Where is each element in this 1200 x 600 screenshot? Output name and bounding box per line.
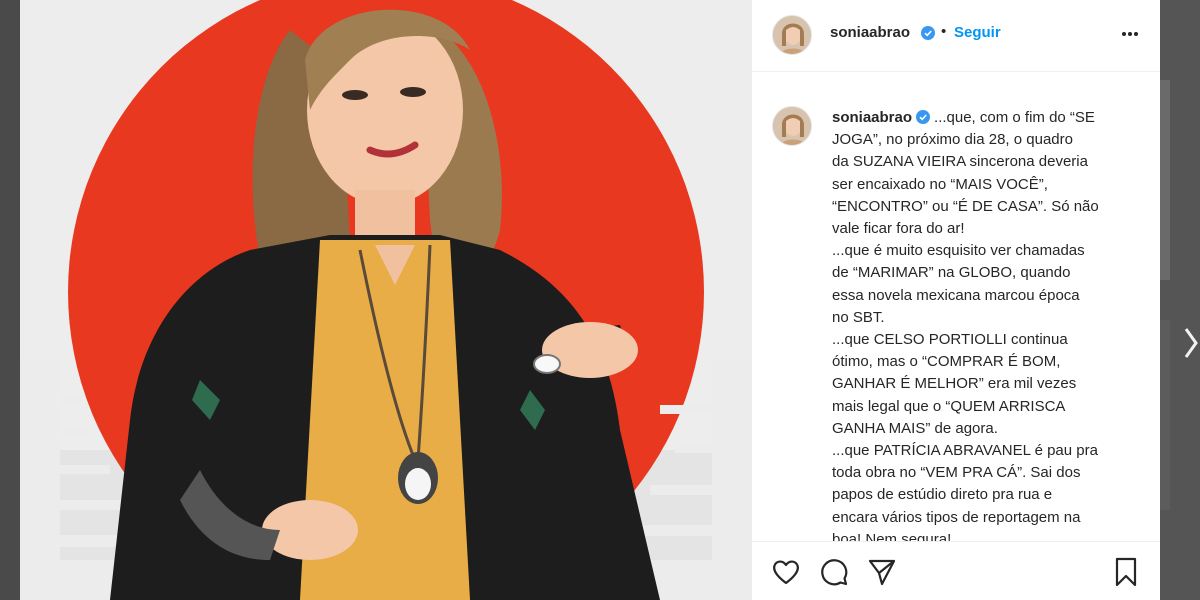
background-thumbnail bbox=[1160, 80, 1170, 280]
verified-badge-icon bbox=[921, 26, 935, 40]
caption-line: GANHAR É MELHOR” era mil vezes bbox=[832, 375, 1077, 393]
caption-line: essa novela mexicana marcou época bbox=[832, 286, 1080, 304]
background-thumbnail bbox=[1160, 320, 1170, 510]
caption-line: de “MARIMAR” na GLOBO, quando bbox=[832, 264, 1071, 282]
post-header: soniaabrao • Seguir bbox=[752, 0, 1160, 72]
share-icon[interactable] bbox=[866, 556, 898, 588]
avatar[interactable] bbox=[772, 106, 812, 146]
caption-line: ser encaixado no “MAIS VOCÊ”, bbox=[832, 175, 1048, 193]
caption-line: encara vários tipos de reportagem na bbox=[832, 508, 1081, 526]
caption-line: mais legal que o “QUEM ARRISCA bbox=[832, 397, 1066, 415]
caption-line: papos de estúdio direto pra rua e bbox=[832, 486, 1053, 504]
caption-line: vale ficar fora do ar! bbox=[832, 220, 965, 238]
comments-section[interactable]: soniaabrao ...que, com o fim do “SE JOGA”… bbox=[752, 73, 1160, 541]
profile-photo bbox=[773, 107, 811, 145]
caption-line: no SBT. bbox=[832, 308, 885, 326]
background-overlay-left bbox=[0, 0, 20, 600]
username-link[interactable]: soniaabrao bbox=[830, 24, 910, 41]
caption-line: GANHA MAIS” de agora. bbox=[832, 419, 998, 437]
profile-photo bbox=[773, 16, 811, 54]
caption-line: boa! Nem segura! bbox=[832, 530, 952, 541]
heart-icon[interactable] bbox=[770, 556, 802, 588]
caption-line: ...que é muito esquisito ver chamadas bbox=[832, 242, 1085, 260]
caption-text: ...que, com o fim do “SE bbox=[934, 109, 1095, 126]
background-overlay-right bbox=[1160, 0, 1200, 600]
verified-badge-icon bbox=[916, 110, 931, 124]
caption-line: ...que PATRÍCIA ABRAVANEL é pau pra bbox=[832, 442, 1098, 460]
caption-line: ...que CELSO PORTIOLLI continua bbox=[832, 331, 1068, 349]
follow-button[interactable]: Seguir bbox=[954, 24, 1001, 41]
more-options-icon[interactable] bbox=[1116, 24, 1144, 44]
caption-line: da SUZANA VIEIRA sincerona deveria bbox=[832, 153, 1088, 171]
action-bar bbox=[752, 541, 1160, 600]
post-image[interactable] bbox=[20, 0, 752, 600]
caption-line: soniaabrao ...que, com o fim do “SE bbox=[832, 107, 1144, 129]
post-detail-panel: soniaabrao • Seguir soniaabrao ...que, co… bbox=[752, 0, 1160, 600]
cartoon-illustration bbox=[20, 0, 752, 600]
bookmark-icon[interactable] bbox=[1110, 556, 1142, 588]
caption-line: toda obra no “VEM PRA CÁ”. Sai dos bbox=[832, 464, 1081, 482]
caption-line: JOGA”, no próximo dia 28, o quadro bbox=[832, 131, 1073, 149]
separator-dot: • bbox=[941, 23, 947, 40]
caption-line: “ENCONTRO” ou “É DE CASA”. Só não bbox=[832, 197, 1099, 215]
comment-icon[interactable] bbox=[818, 556, 850, 588]
caption-username-link[interactable]: soniaabrao bbox=[832, 109, 912, 126]
caption-line: ótimo, mas o “COMPRAR É BOM, bbox=[832, 353, 1061, 371]
post-caption: soniaabrao ...que, com o fim do “SE JOGA”… bbox=[832, 107, 1144, 541]
avatar[interactable] bbox=[772, 15, 812, 55]
chevron-right-icon[interactable] bbox=[1183, 326, 1199, 360]
